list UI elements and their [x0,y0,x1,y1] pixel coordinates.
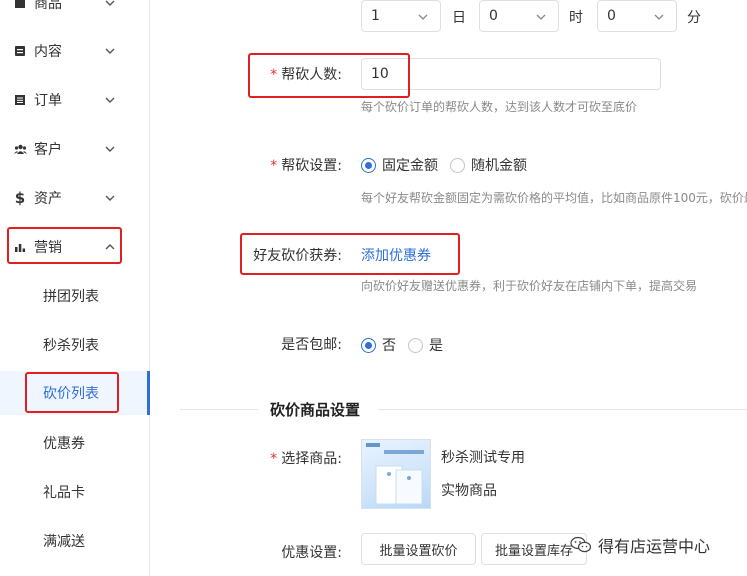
sidebar-sub-flash-sale[interactable]: 秒杀列表 [0,323,148,367]
sidebar-item-label: 订单 [34,93,62,109]
required-mark: * [270,451,278,467]
chevron-up-icon [105,244,115,250]
radio-label: 随机金额 [471,158,527,174]
sidebar-item-assets[interactable]: $ 资产 [0,178,150,218]
helpers-count-input[interactable] [361,58,661,90]
sidebar-sub-coupon[interactable]: 优惠券 [0,421,148,465]
sidebar-item-content[interactable]: 内容 [0,31,150,71]
sidebar-item-order[interactable]: 订单 [0,80,150,120]
minute-select-value: 0 [607,8,616,24]
watermark-text: 得有店运营中心 [598,537,711,556]
helpers-count-label: * 帮砍人数: [262,64,342,84]
friend-coupon-hint: 向砍价好友赠送优惠券，利于砍价好友在店铺内下单，提高交易 [361,279,698,293]
bargain-setting-label: * 帮砍设置: [262,155,342,175]
required-mark: * [270,67,278,83]
sidebar-sub-label: 秒杀列表 [43,338,99,354]
sidebar: 商品 内容 订单 客户 $ 资产 营销 拼团列表 秒杀列表 砍价列表 优惠券 礼… [0,0,150,576]
sidebar-item-goods[interactable]: 商品 [0,0,150,23]
chevron-down-icon [105,48,115,54]
content-icon [13,44,27,58]
wechat-icon [570,536,592,553]
add-coupon-link[interactable]: 添加优惠券 [361,245,431,265]
radio-shipping-no[interactable]: 否 [361,335,396,355]
minute-unit: 分 [687,10,701,26]
customer-icon [13,142,27,156]
sidebar-sub-full-reduction[interactable]: 满减送 [0,519,148,563]
sidebar-item-marketing[interactable]: 营销 [0,227,150,267]
goods-icon [13,0,27,10]
chevron-down-icon [418,14,428,20]
radio-fixed-amount[interactable]: 固定金额 [361,155,438,175]
product-thumbnail[interactable] [361,439,431,509]
chevron-down-icon [105,195,115,201]
select-product-label-text: 选择商品: [281,451,342,467]
sidebar-item-label: 资产 [34,191,62,207]
discount-setting-label: 优惠设置: [281,545,342,561]
sidebar-sub-group-buy[interactable]: 拼团列表 [0,274,148,318]
chevron-down-icon [105,0,115,6]
radio-label: 固定金额 [382,158,438,174]
sidebar-item-label: 营销 [34,240,62,256]
sidebar-sub-label: 满减送 [43,534,85,550]
radio-label: 否 [382,338,396,354]
watermark: 得有店运营中心 [570,533,710,557]
sidebar-sub-label: 拼团列表 [43,289,99,305]
sidebar-item-label: 商品 [34,0,62,12]
day-select-value: 1 [371,8,380,24]
product-name: 秒杀测试专用 [441,450,525,466]
section-divider-right [378,409,747,410]
sidebar-item-customer[interactable]: 客户 [0,129,150,169]
radio-dot [450,157,465,173]
dollar-icon: $ [14,189,26,207]
bargain-setting-hint: 每个好友帮砍金额固定为需砍价格的平均值，比如商品原件100元，砍价最 [361,191,747,205]
helpers-count-label-text: 帮砍人数: [281,67,342,83]
radio-dot [361,337,376,353]
radio-shipping-yes[interactable]: 是 [408,335,443,355]
sidebar-sub-bargain[interactable]: 砍价列表 [0,371,150,415]
chevron-down-icon [105,97,115,103]
free-shipping-label: 是否包邮: [281,337,342,353]
section-title: 砍价商品设置 [270,401,361,419]
chevron-down-icon [105,146,115,152]
friend-coupon-label: 好友砍价获券: [253,248,342,264]
section-divider-left [180,409,258,410]
sidebar-item-label: 客户 [34,142,62,158]
select-product-label: * 选择商品: [262,448,342,468]
batch-set-bargain-button[interactable]: 批量设置砍价 [361,533,476,565]
hour-unit: 时 [569,10,583,26]
radio-label: 是 [429,338,443,354]
day-unit: 日 [452,10,466,26]
hour-select-value: 0 [489,8,498,24]
hour-select[interactable]: 0 [479,0,559,32]
chevron-down-icon [654,14,664,20]
chart-icon [13,240,27,254]
order-icon [13,93,27,107]
required-mark: * [270,158,278,174]
radio-random-amount[interactable]: 随机金额 [450,155,527,175]
sidebar-sub-label: 优惠券 [43,436,85,452]
radio-dot [361,157,376,173]
day-select[interactable]: 1 [361,0,441,32]
sidebar-sub-label: 砍价列表 [43,386,99,402]
product-image-icon [366,443,424,505]
radio-dot [408,337,423,353]
chevron-down-icon [536,14,546,20]
sidebar-item-label: 内容 [34,44,62,60]
helpers-count-hint: 每个砍价订单的帮砍人数，达到该人数才可砍至底价 [361,100,638,114]
minute-select[interactable]: 0 [597,0,677,32]
bargain-setting-label-text: 帮砍设置: [281,158,342,174]
sidebar-sub-label: 礼品卡 [43,485,85,501]
product-type: 实物商品 [441,483,497,499]
sidebar-sub-gift-card[interactable]: 礼品卡 [0,470,148,514]
